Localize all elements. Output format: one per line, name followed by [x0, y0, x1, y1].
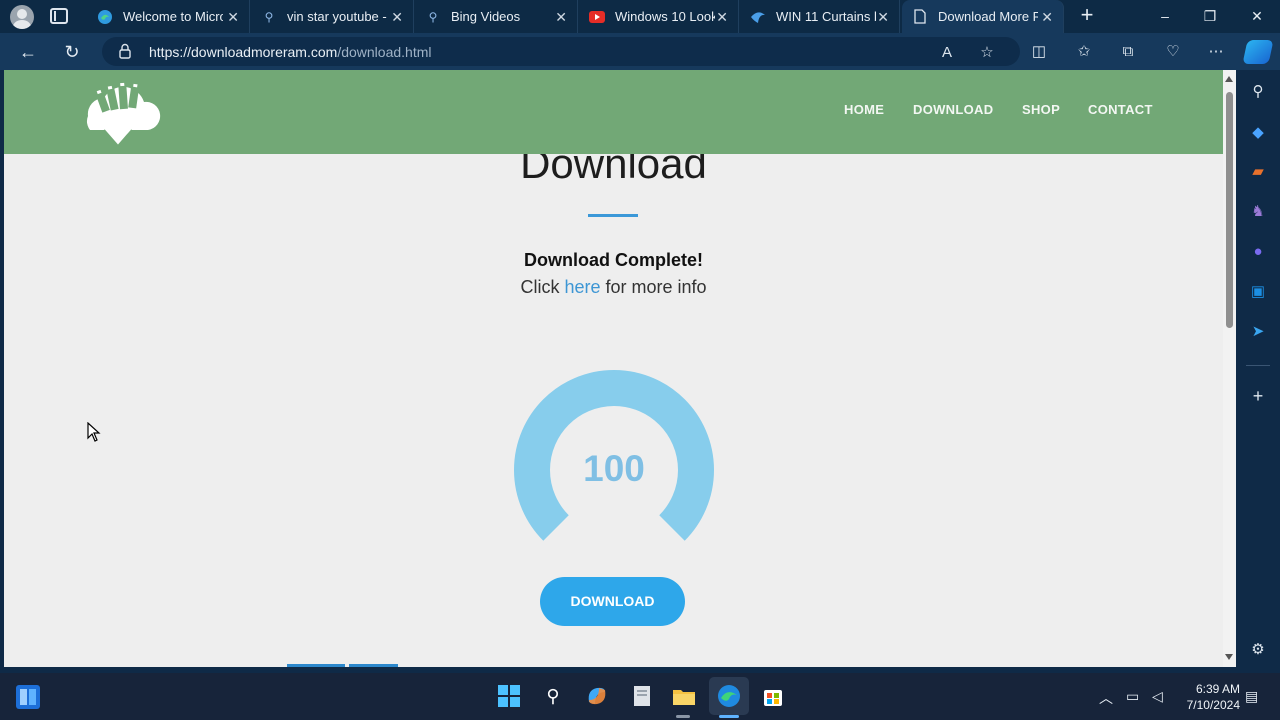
favorite-star-icon[interactable]: ☆	[978, 44, 996, 62]
lock-icon[interactable]	[119, 43, 131, 59]
notifications-icon[interactable]: ▤	[1245, 688, 1258, 705]
tab-label: Welcome to Micro	[123, 9, 223, 24]
show-hidden-icons[interactable]: ︿	[1099, 688, 1113, 708]
tab-label: Windows 10 Look	[615, 9, 715, 24]
mouse-cursor-icon	[87, 422, 101, 442]
games-icon[interactable]: ♞	[1248, 202, 1268, 222]
youtube-icon	[589, 9, 605, 25]
download-status: Download Complete!	[524, 250, 703, 270]
widgets-icon[interactable]	[14, 683, 42, 711]
bottom-element	[287, 664, 345, 667]
nav-download[interactable]: DOWNLOAD	[913, 102, 993, 117]
tab-strip: Welcome to Micro ✕ ⚲ vin star youtube - …	[0, 0, 1280, 33]
nav-contact[interactable]: CONTACT	[1088, 102, 1153, 117]
tab-label: WIN 11 Curtains b	[776, 9, 876, 24]
active-indicator	[719, 715, 739, 718]
tab-actions-icon[interactable]	[50, 8, 68, 24]
tab-label: Bing Videos	[451, 9, 521, 24]
back-button[interactable]: ←	[17, 41, 39, 63]
search-icon[interactable]: ⚲	[1248, 82, 1268, 102]
close-tab-icon[interactable]: ✕	[1041, 9, 1053, 26]
store-icon[interactable]	[759, 682, 787, 710]
start-icon[interactable]	[495, 682, 523, 710]
scrollbar-thumb[interactable]	[1226, 92, 1233, 328]
outlook-icon[interactable]: ▣	[1248, 282, 1268, 302]
page-scrollbar[interactable]	[1223, 70, 1236, 667]
tab-label: Download More R	[938, 9, 1038, 24]
title-divider	[588, 214, 638, 217]
tab-label: vin star youtube -	[287, 9, 387, 24]
nav-shop[interactable]: SHOP	[1022, 102, 1060, 117]
tab-windows-10[interactable]: Windows 10 Look ✕	[579, 0, 739, 33]
scroll-up-arrow[interactable]	[1225, 76, 1233, 82]
bottom-element	[349, 664, 398, 667]
more-menu-icon[interactable]: ⋯	[1206, 42, 1226, 62]
nav-home[interactable]: HOME	[844, 102, 884, 117]
address-bar[interactable]: https://downloadmoreram.com/download.htm…	[102, 37, 1020, 66]
page-icon	[912, 9, 928, 25]
file-explorer-icon[interactable]	[670, 682, 698, 710]
close-tab-icon[interactable]: ✕	[877, 9, 889, 26]
taskbar: ⚲ ︿ ▭ ◁ 6:39 AM 7/10/2024 ▤	[0, 673, 1280, 720]
favorites-icon[interactable]: ✩	[1074, 42, 1094, 62]
close-tab-icon[interactable]: ✕	[555, 9, 567, 26]
close-tab-icon[interactable]: ✕	[227, 9, 239, 26]
copilot-taskbar-icon[interactable]	[583, 682, 611, 710]
running-indicator	[676, 715, 690, 718]
close-tab-icon[interactable]: ✕	[391, 9, 403, 26]
profile-avatar-icon[interactable]	[10, 5, 34, 29]
site-header: HOME DOWNLOAD SHOP CONTACT	[4, 70, 1223, 154]
collections-icon[interactable]: ⧉	[1118, 42, 1138, 62]
split-screen-icon[interactable]: ◫	[1029, 42, 1049, 62]
refresh-button[interactable]: ↻	[61, 41, 83, 63]
address-toolbar: ← ↻ https://downloadmoreram.com/download…	[0, 33, 1280, 70]
microsoft-365-icon[interactable]: ●	[1248, 242, 1268, 262]
edge-sidebar: ⚲ ◆ ▰ ♞ ● ▣ ➤ + ⚙	[1236, 70, 1280, 680]
scroll-down-arrow[interactable]	[1225, 654, 1233, 660]
file-icon[interactable]	[628, 682, 656, 710]
search-icon: ⚲	[428, 9, 438, 24]
gauge-value: 100	[583, 448, 645, 489]
edge-icon	[97, 9, 113, 25]
sidebar-settings-icon[interactable]: ⚙	[1248, 640, 1268, 660]
tab-download-more-ram[interactable]: Download More R ✕	[902, 0, 1064, 33]
clock[interactable]: 6:39 AM 7/10/2024	[1180, 681, 1240, 713]
web-page: Download HOME DOWNLOAD SHOP CONTACT Down…	[4, 70, 1223, 667]
read-aloud-icon[interactable]: A	[938, 44, 956, 62]
download-more-ram-logo[interactable]	[74, 76, 162, 150]
curtains-app-icon	[750, 9, 766, 25]
close-tab-icon[interactable]: ✕	[716, 9, 728, 26]
shopping-tag-icon[interactable]: ◆	[1248, 123, 1268, 143]
progress-gauge: 100	[514, 370, 714, 541]
taskbar-search-icon[interactable]: ⚲	[539, 682, 567, 710]
tools-icon[interactable]: ▰	[1248, 162, 1268, 182]
url-text[interactable]: https://downloadmoreram.com/download.htm…	[149, 44, 431, 60]
browser-essentials-icon[interactable]: ♡	[1163, 42, 1183, 62]
tab-win11-curtains[interactable]: WIN 11 Curtains b ✕	[740, 0, 900, 33]
tab-welcome[interactable]: Welcome to Micro ✕	[87, 0, 250, 33]
close-window-button[interactable]: ✕	[1247, 6, 1267, 26]
network-icon[interactable]: ▭	[1126, 688, 1139, 705]
minimize-button[interactable]: –	[1155, 6, 1175, 26]
add-icon[interactable]: +	[1248, 386, 1268, 406]
tab-vin-star[interactable]: ⚲ vin star youtube - ✕	[251, 0, 414, 33]
here-link[interactable]: here	[564, 277, 600, 297]
search-icon: ⚲	[264, 9, 274, 24]
new-tab-button[interactable]: +	[1076, 4, 1098, 26]
sidebar-divider	[1246, 365, 1270, 366]
edge-taskbar-icon[interactable]	[715, 682, 743, 710]
restore-button[interactable]: ❐	[1200, 6, 1220, 26]
tab-bing-videos[interactable]: ⚲ Bing Videos ✕	[415, 0, 578, 33]
send-icon[interactable]: ➤	[1248, 322, 1268, 342]
download-button[interactable]: DOWNLOAD	[540, 577, 685, 626]
more-info-text: Click here for more info	[520, 277, 707, 297]
volume-icon[interactable]: ◁	[1152, 688, 1163, 705]
